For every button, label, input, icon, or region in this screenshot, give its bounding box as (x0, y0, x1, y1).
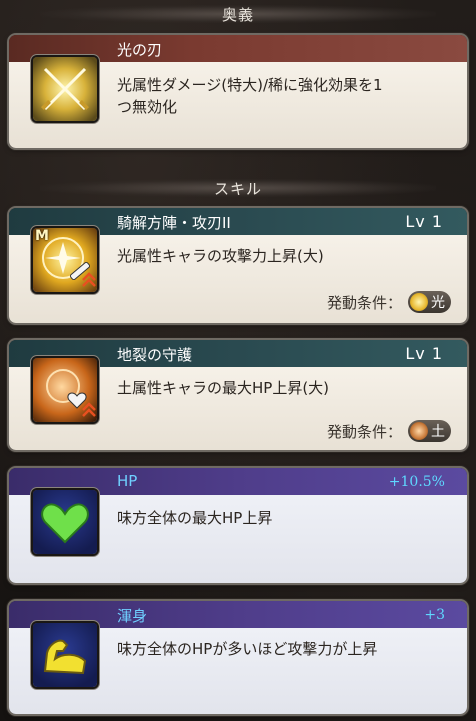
support-card-konshin[interactable]: 渾身 +3 味方全体のHPが多いほど攻撃力が上昇 (9, 601, 467, 714)
skill-1-description: 光属性キャラの攻撃力上昇(大) (117, 247, 324, 265)
green-heart-icon (33, 490, 97, 554)
skill-2-description: 土属性キャラの最大HP上昇(大) (117, 379, 330, 397)
ougi-description: 光属性ダメージ(特大)/稀に強化効果を1 つ無効化 (117, 76, 383, 116)
ougi-card[interactable]: 光の刃 光属性ダメージ(特大)/稀に強化効果を1 つ無効化 (9, 35, 467, 148)
skill-1-condition: 発動条件： 光 (327, 291, 451, 313)
earth-element-icon (410, 422, 428, 440)
crossed-swords-icon (33, 57, 97, 121)
heart-hp-up-icon (33, 358, 97, 422)
support-hp-bonus: +10.5% (388, 474, 445, 490)
support-card-hp[interactable]: HP +10.5% 味方全体の最大HP上昇 (9, 468, 467, 583)
flexed-arm-icon (33, 623, 97, 687)
skill-1-level: Lv 1 (405, 212, 443, 231)
ougi-section-title: 奥義 (221, 5, 254, 24)
skill-1-name: 騎解方陣・攻刃II (117, 214, 231, 232)
support-hp-name: HP (117, 472, 138, 490)
skill-section-header: スキル (0, 175, 476, 201)
skill-2-condition: 発動条件： 土 (327, 420, 451, 442)
skill-2-level: Lv 1 (405, 344, 443, 363)
condition-label: 発動条件： (326, 422, 402, 441)
earth-element-badge: 土 (408, 420, 451, 442)
support-konshin-bonus: +3 (424, 607, 445, 623)
skill-section-title: スキル (213, 179, 262, 198)
light-element-icon (410, 293, 428, 311)
main-skill-badge: M (35, 228, 49, 244)
skill-card-1[interactable]: M 騎解方陣・攻刃II Lv 1 光属性キャラの攻撃力上昇(大) 発動条件： 光 (9, 208, 467, 323)
ougi-name: 光の刃 (117, 41, 163, 59)
sword-attack-up-icon: M (33, 228, 97, 292)
skill-2-name: 地裂の守護 (117, 346, 193, 364)
condition-label: 発動条件： (326, 293, 402, 312)
support-konshin-name: 渾身 (117, 607, 148, 625)
ougi-section-header: 奥義 (0, 1, 476, 27)
support-hp-description: 味方全体の最大HP上昇 (117, 509, 273, 527)
light-element-badge: 光 (408, 291, 451, 313)
skill-card-2[interactable]: 地裂の守護 Lv 1 土属性キャラの最大HP上昇(大) 発動条件： 土 (9, 340, 467, 450)
support-konshin-description: 味方全体のHPが多いほど攻撃力が上昇 (117, 640, 378, 658)
